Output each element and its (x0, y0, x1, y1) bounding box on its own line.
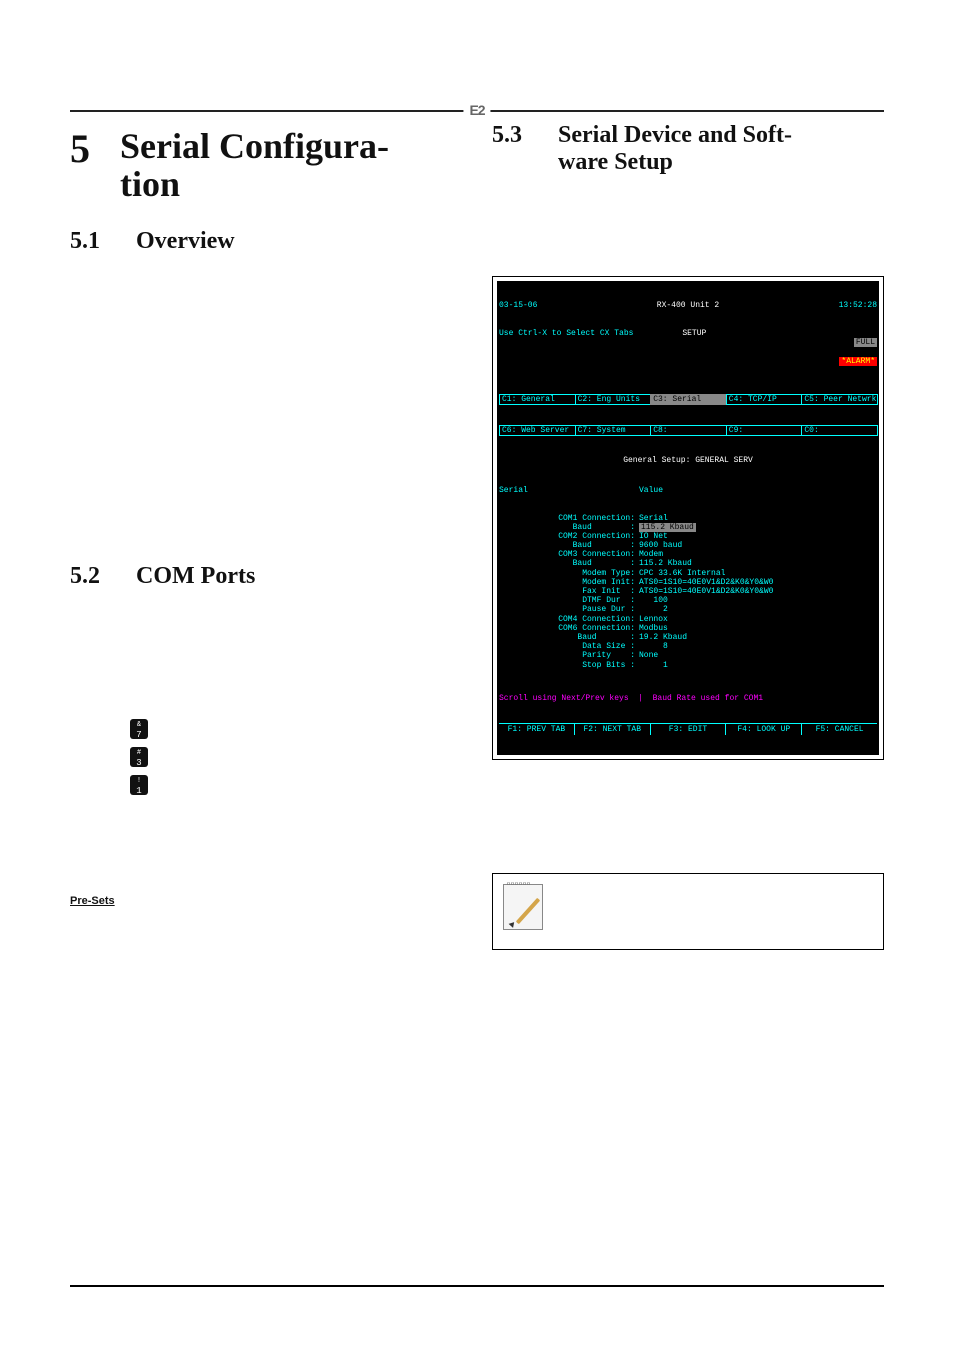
term-col-header-2: Value (639, 486, 663, 495)
presets-paragraph: When you first open the Serial tab, the … (70, 919, 462, 1038)
term-section-title: General Setup: GENERAL SERV (499, 456, 877, 465)
overview-paragraph-1: The E2 is equipped with multiple serial … (70, 265, 462, 354)
term-unit: RX-400 Unit 2 (537, 301, 838, 310)
term-mode: SETUP (633, 329, 755, 375)
overview-paragraph-2: Configuration of the COM ports is carrie… (70, 364, 462, 423)
term-date: 03-15-06 (499, 301, 537, 310)
chapter-title: Serial Configura- tion (120, 128, 389, 204)
term-tab[interactable]: C1: General (499, 394, 576, 405)
presets-heading: Pre-Sets (70, 895, 115, 907)
chapter-number: 5 (70, 128, 90, 204)
figure-caption: Figure 5-1 General Setup — Serial Tab (492, 772, 884, 783)
section-5-3-number: 5.3 (492, 122, 536, 176)
term-tab[interactable]: C0: (801, 425, 878, 436)
term-field-row[interactable]: DTMF Dur : 100 (499, 596, 877, 605)
term-field-row[interactable]: COM1 Connection:Serial (499, 514, 877, 523)
term-tab[interactable]: C3: Serial (650, 394, 727, 405)
term-tab[interactable]: C5: Peer Netwrk (801, 394, 878, 405)
term-tab[interactable]: C7: System (575, 425, 652, 436)
term-fkey[interactable]: F2: NEXT TAB (575, 724, 651, 735)
key-sequence: &7 #3 !1 (130, 719, 462, 795)
term-fkey[interactable]: F3: EDIT (651, 724, 727, 735)
term-field-row[interactable]: Parity :None (499, 651, 877, 660)
term-tab[interactable]: C4: TCP/IP (726, 394, 803, 405)
term-field-row[interactable]: Baud :19.2 Kbaud (499, 633, 877, 642)
key-7: &7 (130, 719, 148, 739)
term-field-row[interactable]: Data Size : 8 (499, 642, 877, 651)
note-icon: oooooo (503, 884, 543, 930)
footer-left: Serial Configuration (70, 1293, 158, 1304)
term-field-row[interactable]: COM3 Connection:Modem (499, 550, 877, 559)
term-field-row[interactable]: Pause Dur : 2 (499, 605, 877, 614)
note-text: NOTE: Changes made on the Serial tab do … (555, 884, 873, 939)
com-ports-nav: To reach the Serial setup screen from th… (70, 684, 462, 699)
section-5-3-title: Serial Device and Soft- ware Setup (558, 122, 792, 176)
com-ports-intro: The E2 typically provides six COM ports … (70, 600, 462, 674)
term-fkey[interactable]: F1: PREV TAB (499, 724, 575, 735)
after-figure-paragraph: After the COM port connection types and … (492, 803, 884, 862)
term-field-row[interactable]: Fax Init :ATS0=1S10=40E0V1&D2&K0&Y0&W0 (499, 587, 877, 596)
section-5-2-title: COM Ports (136, 563, 255, 590)
figure-serial-tab-screenshot: 03-15-06 RX-400 Unit 2 13:52:28 Use Ctrl… (492, 276, 884, 760)
note-box: oooooo NOTE: Changes made on the Serial … (492, 873, 884, 950)
term-field-row[interactable]: Modem Init:ATS0=1S10=40E0V1&D2&K0&Y0&W0 (499, 578, 877, 587)
term-field-row[interactable]: COM6 Connection:Modbus (499, 624, 877, 633)
after-keys-paragraph: Once the General Setup screens appear, u… (70, 825, 462, 884)
section-5-2-number: 5.2 (70, 563, 114, 590)
logo-e2: E2 (463, 102, 490, 118)
term-field-row[interactable]: COM4 Connection:Lennox (499, 615, 877, 624)
term-tab[interactable]: C8: (650, 425, 727, 436)
term-tab[interactable]: C6: Web Server (499, 425, 576, 436)
term-field-row[interactable]: Baud :115.2 Kbaud (499, 559, 877, 568)
term-tab[interactable]: C9: (726, 425, 803, 436)
term-field-row[interactable]: COM2 Connection:IO Net (499, 532, 877, 541)
term-footer-hint: Scroll using Next/Prev keys | Baud Rate … (499, 694, 877, 703)
section-5-1-number: 5.1 (70, 228, 114, 255)
term-fkey[interactable]: F4: LOOK UP (726, 724, 802, 735)
term-field-row[interactable]: Baud :9600 baud (499, 541, 877, 550)
key-3: #3 (130, 747, 148, 767)
term-alarm: *ALARM* (839, 357, 877, 366)
term-fkey[interactable]: F5: CANCEL (802, 724, 877, 735)
term-field-row[interactable]: Stop Bits : 1 (499, 661, 877, 670)
term-time: 13:52:28 (839, 301, 877, 310)
footer-right: 5-1 (870, 1293, 884, 1304)
key-1: !1 (130, 775, 148, 795)
term-field-row[interactable]: Modem Type:CPC 33.6K Internal (499, 569, 877, 578)
section-5-1-title: Overview (136, 228, 235, 255)
term-col-header-1: Serial (499, 486, 639, 495)
term-tab[interactable]: C2: Eng Units (575, 394, 652, 405)
term-status: FULL (854, 338, 877, 347)
term-ctrl-hint: Use Ctrl-X to Select CX Tabs (499, 329, 633, 375)
term-field-row[interactable]: Baud :115.2 Kbaud (499, 523, 877, 532)
